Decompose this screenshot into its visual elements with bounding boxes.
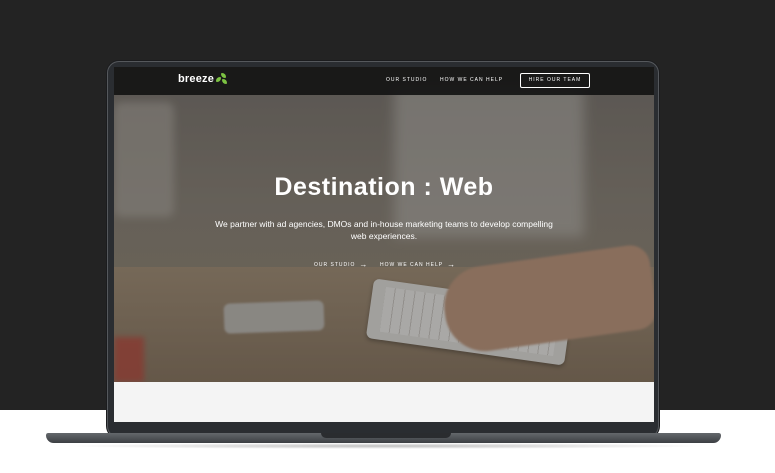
hero-link-label: OUR STUDIO	[314, 262, 356, 268]
hero-link-how-we-can-help[interactable]: HOW WE CAN HELP →	[380, 261, 456, 269]
hero-title: Destination : Web	[274, 173, 494, 201]
hire-our-team-button[interactable]: HIRE OUR TEAM	[520, 73, 590, 88]
laptop-notch	[321, 433, 451, 438]
nav-how-we-can-help[interactable]: HOW WE CAN HELP	[440, 77, 503, 83]
hero-link-our-studio[interactable]: OUR STUDIO →	[314, 261, 368, 269]
hero-subtitle: We partner with ad agencies, DMOs and in…	[215, 219, 553, 241]
arrow-right-icon: →	[359, 260, 369, 269]
leaf-logo-icon	[216, 73, 228, 85]
laptop-shadow	[60, 443, 710, 449]
hero-link-label: HOW WE CAN HELP	[380, 262, 444, 268]
top-navbar: breeze OUR STUDIO HOW WE CAN HELP HIRE O…	[114, 67, 654, 95]
hero-section: Destination : Web We partner with ad age…	[114, 67, 654, 382]
laptop-screen: Destination : Web We partner with ad age…	[114, 67, 654, 422]
site-logo[interactable]: breeze	[178, 73, 228, 85]
nav-our-studio[interactable]: OUR STUDIO	[386, 77, 427, 83]
arrow-right-icon: →	[447, 260, 457, 269]
logo-text: breeze	[178, 73, 215, 85]
content-section	[114, 382, 654, 422]
